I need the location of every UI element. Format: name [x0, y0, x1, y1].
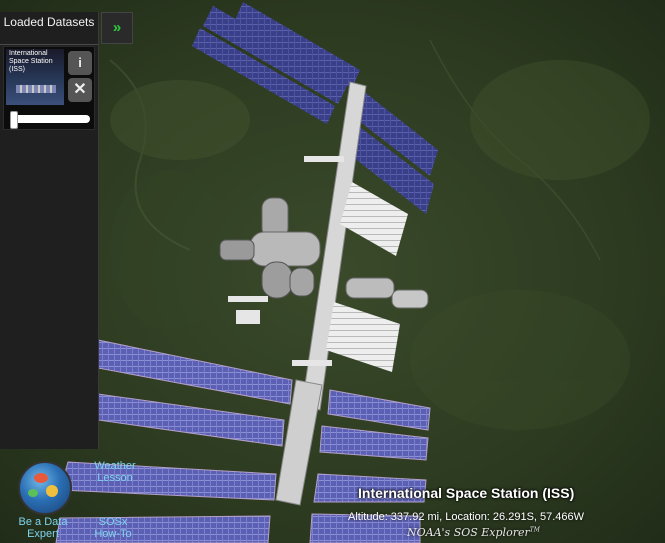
info-icon: i: [78, 55, 82, 70]
panel-title: Loaded Datasets: [0, 12, 98, 45]
sosx-howto-link[interactable]: SOSx How-To: [86, 516, 140, 540]
loaded-datasets-panel: Loaded Datasets International Space Stat…: [0, 12, 99, 449]
be-a-data-expert-link[interactable]: Be a Data Expert: [10, 516, 76, 540]
opacity-slider[interactable]: [10, 115, 90, 123]
dataset-card[interactable]: International Space Station (ISS) i ✕: [3, 46, 95, 130]
brand-name: NOAA's SOS Explorer: [407, 526, 530, 539]
dataset-title: International Space Station (ISS): [358, 485, 575, 501]
thumbnail-title: International Space Station (ISS): [9, 50, 53, 73]
info-button[interactable]: i: [68, 51, 92, 75]
altitude-location-readout: Altitude: 337.92 mi, Location: 26.291S, …: [348, 511, 585, 523]
close-icon: ✕: [73, 81, 87, 98]
trademark-mark: TM: [529, 526, 540, 534]
iss-thumbnail-icon: [16, 85, 56, 93]
weather-lesson-link[interactable]: Weather Lesson: [86, 460, 144, 484]
brand-logo: NOAA's SOS ExplorerTM: [407, 526, 557, 539]
remove-dataset-button[interactable]: ✕: [68, 78, 92, 102]
dataset-thumbnail[interactable]: International Space Station (ISS): [6, 49, 64, 105]
globe-icon[interactable]: [18, 461, 72, 515]
slider-handle[interactable]: [10, 111, 18, 129]
expand-panel-button[interactable]: »: [101, 12, 133, 44]
double-chevron-right-icon: »: [112, 19, 122, 36]
